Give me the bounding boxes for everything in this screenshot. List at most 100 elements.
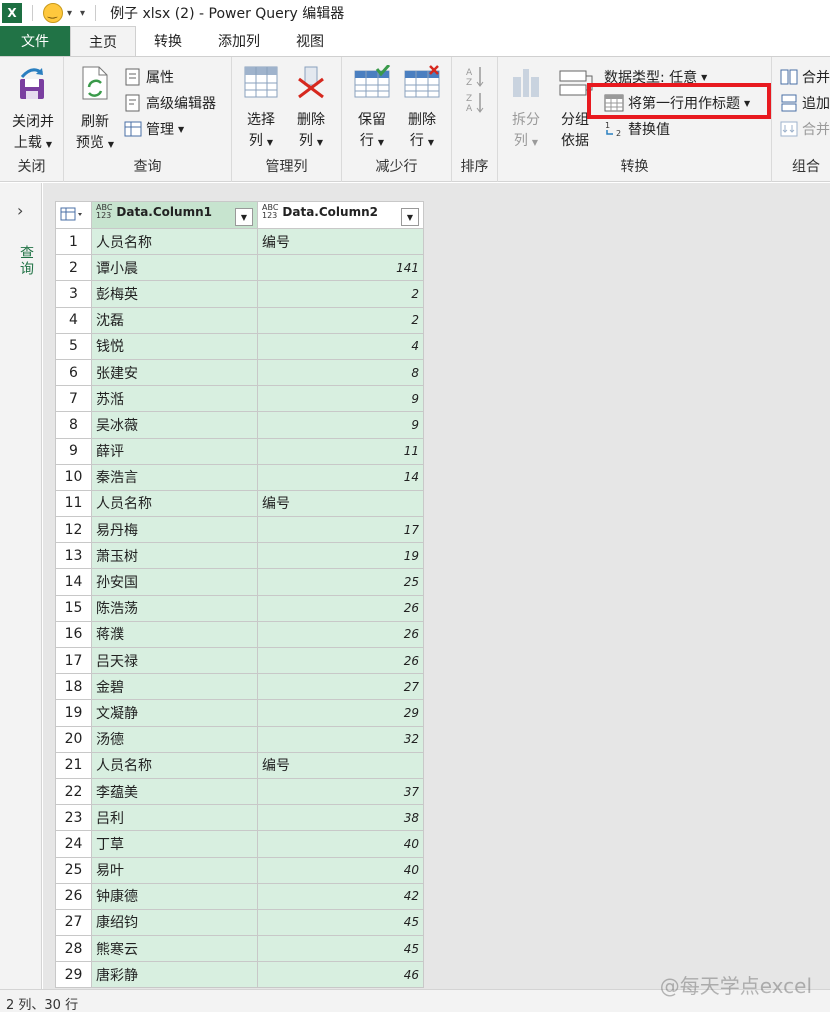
cell-column-2[interactable]: 45	[257, 935, 424, 963]
quick-access-customize-icon[interactable]: ▾	[80, 8, 85, 19]
sort-descending-icon[interactable]: ZA	[464, 91, 486, 113]
table-row[interactable]: 18 金碧 27	[55, 673, 424, 701]
row-number[interactable]: 14	[55, 568, 92, 596]
cell-column-2[interactable]: 42	[257, 882, 424, 910]
cell-column-2[interactable]: 40	[257, 856, 424, 884]
row-number[interactable]: 27	[55, 908, 92, 937]
table-row[interactable]: 27 康绍钧 45	[55, 908, 424, 937]
cell-column-1[interactable]: 秦浩言	[91, 463, 258, 491]
table-row[interactable]: 17 吕天禄 26	[55, 646, 424, 675]
table-row[interactable]: 22 李蕴美 37	[55, 777, 424, 806]
cell-column-1[interactable]: 薛评	[91, 437, 258, 465]
queries-pane-label[interactable]: 查询	[16, 245, 36, 277]
row-number[interactable]: 3	[55, 280, 92, 308]
cell-column-1[interactable]: 易丹梅	[91, 516, 258, 544]
cell-column-1[interactable]: 易叶	[91, 856, 258, 884]
row-number[interactable]: 29	[55, 961, 92, 989]
cell-column-1[interactable]: 陈浩荡	[91, 594, 258, 622]
row-number[interactable]: 8	[55, 411, 92, 439]
cell-column-2[interactable]: 4	[257, 332, 424, 360]
row-number[interactable]: 9	[55, 437, 92, 465]
cell-column-2[interactable]: 编号	[257, 227, 424, 256]
row-number[interactable]: 1	[55, 227, 92, 256]
table-row[interactable]: 9 薛评 11	[55, 437, 424, 465]
cell-column-1[interactable]: 金碧	[91, 673, 258, 701]
row-number[interactable]: 6	[55, 358, 92, 387]
table-row[interactable]: 2 谭小晨 141	[55, 254, 424, 282]
cell-column-2[interactable]: 2	[257, 306, 424, 334]
table-row[interactable]: 7 苏湉 9	[55, 385, 424, 413]
cell-column-2[interactable]: 编号	[257, 489, 424, 518]
smiley-feedback-icon[interactable]	[43, 3, 63, 23]
row-number[interactable]: 20	[55, 725, 92, 753]
table-row[interactable]: 14 孙安国 25	[55, 568, 424, 596]
cell-column-1[interactable]: 人员名称	[91, 227, 258, 256]
close-and-load-button[interactable]: 关闭并 上载 ▼	[6, 65, 60, 155]
row-number[interactable]: 17	[55, 646, 92, 675]
table-row[interactable]: 4 沈磊 2	[55, 306, 424, 334]
cell-column-2[interactable]: 14	[257, 463, 424, 491]
cell-column-1[interactable]: 人员名称	[91, 489, 258, 518]
table-row[interactable]: 28 熊寒云 45	[55, 935, 424, 963]
cell-column-2[interactable]: 27	[257, 673, 424, 701]
column-1-type-icon[interactable]: ABC 123	[96, 204, 112, 220]
row-number[interactable]: 13	[55, 542, 92, 570]
column-2-filter-dropdown-icon[interactable]: ▼	[401, 208, 419, 226]
column-2-type-icon[interactable]: ABC 123	[262, 204, 278, 220]
keep-rows-button[interactable]: 保留 行 ▼	[350, 64, 394, 153]
tab-file[interactable]: 文件	[0, 26, 70, 56]
expand-queries-chevron-icon[interactable]: ›	[17, 201, 23, 220]
row-number[interactable]: 23	[55, 804, 92, 832]
properties-button[interactable]: 属性	[124, 67, 174, 87]
cell-column-2[interactable]: 9	[257, 385, 424, 413]
choose-columns-button[interactable]: 选择 列 ▼	[238, 65, 284, 153]
cell-column-1[interactable]: 人员名称	[91, 751, 258, 779]
cell-column-1[interactable]: 文凝静	[91, 699, 258, 727]
cell-column-1[interactable]: 张建安	[91, 358, 258, 387]
cell-column-2[interactable]: 编号	[257, 751, 424, 779]
table-row[interactable]: 20 汤德 32	[55, 725, 424, 753]
cell-column-1[interactable]: 孙安国	[91, 568, 258, 596]
row-number[interactable]: 26	[55, 882, 92, 910]
advanced-editor-button[interactable]: 高级编辑器	[124, 93, 216, 113]
table-row[interactable]: 23 吕利 38	[55, 804, 424, 832]
table-row[interactable]: 21 人员名称 编号	[55, 751, 424, 779]
smiley-dropdown-icon[interactable]: ▾	[67, 8, 72, 19]
cell-column-1[interactable]: 李蕴美	[91, 777, 258, 806]
cell-column-1[interactable]: 钟康德	[91, 882, 258, 910]
cell-column-1[interactable]: 苏湉	[91, 385, 258, 413]
table-row[interactable]: 25 易叶 40	[55, 856, 424, 884]
row-number[interactable]: 21	[55, 751, 92, 779]
cell-column-2[interactable]: 8	[257, 358, 424, 387]
cell-column-2[interactable]: 26	[257, 646, 424, 675]
table-row[interactable]: 19 文凝静 29	[55, 699, 424, 727]
table-row[interactable]: 13 萧玉树 19	[55, 542, 424, 570]
cell-column-1[interactable]: 萧玉树	[91, 542, 258, 570]
cell-column-1[interactable]: 蒋濮	[91, 620, 258, 649]
cell-column-1[interactable]: 钱悦	[91, 332, 258, 360]
cell-column-1[interactable]: 吕利	[91, 804, 258, 832]
cell-column-1[interactable]: 吴冰薇	[91, 411, 258, 439]
cell-column-2[interactable]: 46	[257, 961, 424, 989]
row-number[interactable]: 19	[55, 699, 92, 727]
row-number[interactable]: 11	[55, 489, 92, 518]
replace-values-button[interactable]: 12 替换值	[604, 119, 670, 139]
table-row[interactable]: 24 丁草 40	[55, 830, 424, 858]
cell-column-2[interactable]: 29	[257, 699, 424, 727]
cell-column-2[interactable]: 45	[257, 908, 424, 937]
table-row[interactable]: 16 蒋濮 26	[55, 620, 424, 649]
cell-column-2[interactable]: 17	[257, 516, 424, 544]
row-number[interactable]: 5	[55, 332, 92, 360]
cell-column-1[interactable]: 谭小晨	[91, 254, 258, 282]
table-row[interactable]: 12 易丹梅 17	[55, 516, 424, 544]
table-row[interactable]: 3 彭梅英 2	[55, 280, 424, 308]
table-row[interactable]: 29 唐彩静 46	[55, 961, 424, 989]
merge-queries-button[interactable]: 合并	[780, 67, 830, 87]
cell-column-2[interactable]: 37	[257, 777, 424, 806]
table-row[interactable]: 1 人员名称 编号	[55, 227, 424, 256]
column-header-1[interactable]: ABC 123 Data.Column1 ▼	[91, 201, 258, 229]
column-header-2[interactable]: ABC 123 Data.Column2 ▼	[257, 201, 424, 229]
manage-button[interactable]: 管理 ▼	[124, 119, 184, 139]
table-row[interactable]: 10 秦浩言 14	[55, 463, 424, 491]
table-row[interactable]: 11 人员名称 编号	[55, 489, 424, 518]
